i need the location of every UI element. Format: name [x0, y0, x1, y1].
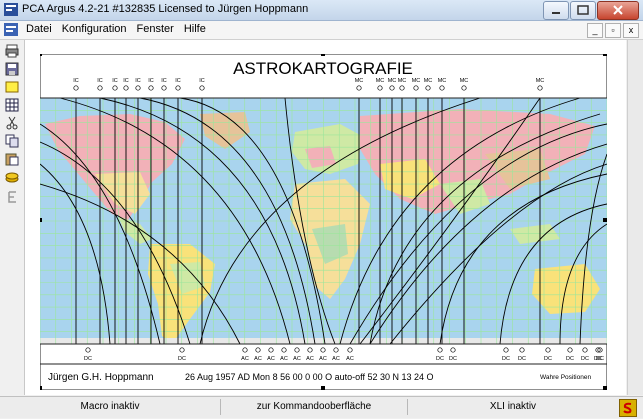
- window-controls: [543, 1, 639, 20]
- footer-birth-data: 26 Aug 1957 AD Mon 8 56 00 0 00 O auto-o…: [185, 372, 434, 382]
- top-label: IC: [97, 78, 103, 84]
- menu-bar: Datei Konfiguration Fenster Hilfe _ ▫ x: [0, 21, 643, 40]
- bottom-label: DC: [502, 356, 510, 362]
- handle-bl[interactable]: [40, 386, 42, 390]
- top-label: IC: [135, 78, 141, 84]
- bottom-label: AC: [306, 356, 314, 362]
- top-label: MC: [388, 78, 397, 84]
- handle-mr[interactable]: [603, 218, 607, 222]
- bottom-label: AC: [332, 356, 340, 362]
- close-icon: [613, 5, 623, 15]
- handle-ml[interactable]: [40, 218, 42, 222]
- menu-fenster[interactable]: Fenster: [137, 23, 174, 35]
- menu-datei[interactable]: Datei: [26, 23, 52, 35]
- top-label: MC: [424, 78, 433, 84]
- footer-note: Wahre Positionen: [540, 374, 591, 381]
- footer-name: Jürgen G.H. Hoppmann: [48, 372, 154, 383]
- top-label: MC: [460, 78, 469, 84]
- window-minimize-button[interactable]: [543, 1, 569, 20]
- mdi-controls: _ ▫ x: [587, 23, 639, 38]
- bottom-label: AC: [241, 356, 249, 362]
- menu-konfiguration[interactable]: Konfiguration: [62, 23, 127, 35]
- window-maximize-button[interactable]: [570, 1, 596, 20]
- handle-tc[interactable]: [321, 54, 325, 56]
- app-icon: [4, 3, 18, 16]
- bottom-label: DC: [518, 356, 526, 362]
- bottom-label: AC: [319, 356, 327, 362]
- bottom-label: AC: [346, 356, 354, 362]
- window-titlebar[interactable]: PCA Argus 4.2-21 #132835 Licensed to Jür…: [0, 0, 643, 21]
- top-label: MC: [412, 78, 421, 84]
- bottom-label: AC: [254, 356, 262, 362]
- copy-icon[interactable]: [5, 134, 19, 148]
- coins-icon[interactable]: [5, 170, 19, 184]
- chart-title: ASTROKARTOGRAFIE: [233, 59, 413, 78]
- bottom-label: DC: [449, 356, 457, 362]
- document-icon[interactable]: [4, 23, 18, 36]
- bottom-label: AC: [267, 356, 275, 362]
- status-command-button[interactable]: zur Kommandooberfläche: [221, 400, 407, 414]
- astro-map-chart: ASTROKARTOGRAFIE IC IC IC IC IC IC IC IC IC MC M: [40, 54, 607, 390]
- top-label: MC: [355, 78, 364, 84]
- bottom-label: DC: [178, 356, 186, 362]
- app-tray-icon[interactable]: [619, 399, 637, 417]
- handle-br[interactable]: [603, 386, 607, 390]
- mdi-close-button[interactable]: x: [623, 23, 639, 38]
- top-label: MC: [536, 78, 545, 84]
- mdi-restore-button[interactable]: ▫: [605, 23, 621, 38]
- map-grid: [40, 97, 607, 344]
- mdi-minimize-button[interactable]: _: [587, 23, 603, 38]
- window-title: PCA Argus 4.2-21 #132835 Licensed to Jür…: [22, 3, 309, 15]
- edit-e-icon[interactable]: [5, 190, 19, 204]
- save-icon[interactable]: [5, 62, 19, 76]
- vertical-scrollbar[interactable]: [627, 40, 643, 395]
- print-icon[interactable]: [5, 44, 19, 58]
- bottom-label: DC: [436, 356, 444, 362]
- bottom-label: AC: [280, 356, 288, 362]
- top-label: IC: [161, 78, 167, 84]
- top-label: IC: [148, 78, 154, 84]
- handle-bc[interactable]: [321, 386, 325, 390]
- menu-hilfe[interactable]: Hilfe: [184, 23, 206, 35]
- top-label: MC: [438, 78, 447, 84]
- top-label: IC: [199, 78, 205, 84]
- top-label: IC: [123, 78, 129, 84]
- paste-icon[interactable]: [5, 152, 19, 166]
- vertical-toolbar: [0, 40, 25, 395]
- menu-items: Datei Konfiguration Fenster Hilfe: [26, 23, 206, 35]
- window-close-button[interactable]: [597, 1, 639, 20]
- s-logo-icon: [623, 402, 632, 414]
- handle-tl[interactable]: [40, 54, 42, 56]
- bottom-label: DC: [84, 356, 92, 362]
- minimize-icon: [552, 12, 560, 14]
- grid-icon[interactable]: [5, 98, 19, 112]
- cut-icon[interactable]: [5, 116, 19, 130]
- bottom-label: AC: [293, 356, 301, 362]
- maximize-icon: [577, 5, 589, 15]
- top-label: IC: [175, 78, 181, 84]
- bottom-label: DC: [544, 356, 552, 362]
- handle-tr[interactable]: [603, 54, 607, 56]
- status-macro: Macro inaktiv: [80, 401, 140, 412]
- status-xli: XLI inaktiv: [489, 401, 537, 412]
- note-icon[interactable]: [5, 80, 19, 94]
- top-label: IC: [112, 78, 118, 84]
- bottom-label: DC: [596, 356, 604, 362]
- top-label: MC: [398, 78, 407, 84]
- top-label: IC: [73, 78, 79, 84]
- status-bar: Macro inaktiv zur Kommandooberfläche XLI…: [0, 396, 643, 418]
- top-label: MC: [376, 78, 385, 84]
- bottom-label: DC: [566, 356, 574, 362]
- bottom-label: DC: [581, 356, 589, 362]
